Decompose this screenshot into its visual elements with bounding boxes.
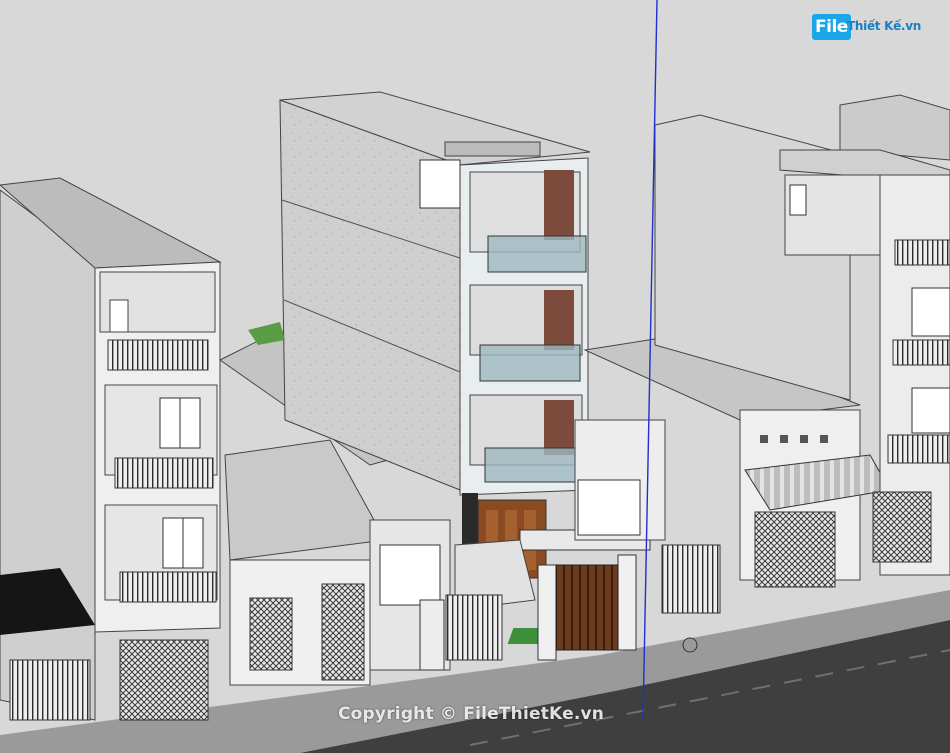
small-house-window: [249, 597, 293, 671]
main-brick-panel-1: [544, 170, 574, 240]
right-small-gate: [661, 544, 721, 614]
far-right-window-1: [911, 287, 950, 337]
3d-street-scene: [0, 0, 950, 753]
left-balcony-1: [107, 339, 209, 371]
far-right-balcony-2: [892, 339, 950, 366]
main-brick-panel-3: [544, 400, 574, 455]
main-glass-balcony-3: [484, 447, 584, 483]
left-house-side: [0, 189, 96, 721]
left-ground-window: [119, 639, 209, 721]
main-gate-pillar-right: [617, 554, 637, 651]
logo-site-label: Thiết Kế.vn: [847, 19, 921, 33]
far-right-window-2: [911, 387, 950, 434]
logo-file-label: File: [812, 14, 851, 40]
main-brick-panel-2: [544, 290, 574, 350]
main-roof-pergola: [444, 141, 541, 157]
shop-grille-door: [754, 511, 836, 588]
far-right-balcony-3: [887, 434, 950, 464]
filethietke-logo: File Thiết Kế.vn: [812, 14, 921, 42]
main-gate-pillar-left: [537, 564, 557, 661]
main-gate: [555, 564, 619, 651]
main-glass-balcony-2: [479, 344, 581, 382]
small-house-door: [321, 583, 365, 681]
copyright-watermark: Copyright © FileThietKe.vn: [338, 704, 605, 724]
side-gate: [445, 594, 503, 661]
far-right-balcony-1: [894, 239, 950, 266]
main-glass-balcony-1: [487, 235, 587, 273]
far-right-ground-window: [872, 491, 932, 563]
main-top-window: [419, 159, 461, 209]
far-left-grille: [9, 659, 91, 721]
left-balcony-3: [119, 571, 217, 603]
left-balcony-2: [114, 457, 214, 489]
right-small-window: [577, 479, 641, 536]
sketchup-viewport[interactable]: File Thiết Kế.vn Copyright © FileThietKe…: [0, 0, 950, 753]
